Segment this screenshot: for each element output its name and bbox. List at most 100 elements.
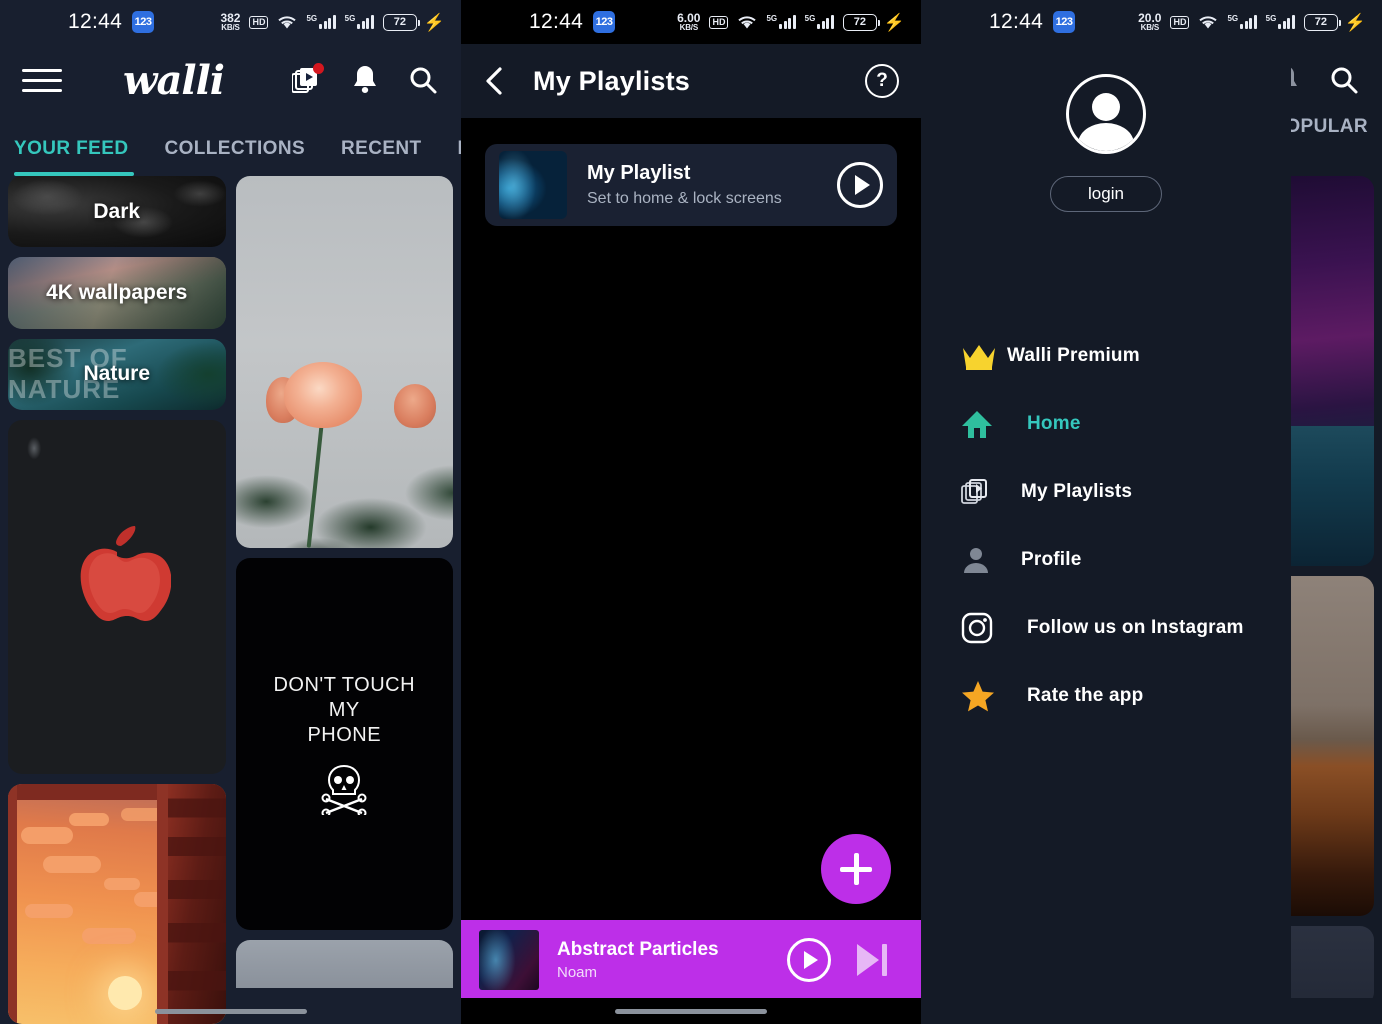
signal-icon-1: 5G [1227,15,1257,29]
user-avatar-icon[interactable] [1066,74,1146,154]
playlist-name: My Playlist [587,162,691,184]
mini-player-bar[interactable]: Abstract Particles Noam [461,920,921,1000]
drawer-item-profile[interactable]: Profile [921,526,1291,594]
signal-icon-2: 5G [345,15,374,29]
status-bar-left-group: 12:44 123 [989,10,1076,34]
signal-5g-label-2: 5G [1265,14,1277,23]
notification-dot-badge [313,63,324,74]
header-icon-group [291,63,439,96]
back-chevron-icon[interactable] [483,65,513,97]
playlists-stack-icon[interactable] [291,63,324,96]
wallpaper-feed-grid[interactable]: Dark 4K wallpapers BEST OF NATURE Nature [0,176,461,1024]
drawer-item-my-playlists[interactable]: My Playlists [921,458,1291,526]
network-speed: 6.00 KB/S [677,12,700,32]
caption-line-2: MY [328,698,360,721]
signal-5g-label-1: 5G [766,14,778,23]
feed-column-right: DON'T TOUCH MY PHONE [235,176,453,1024]
wallpaper-card-sunset-window[interactable] [8,784,226,1024]
wallpaper-card-apple-raindrops[interactable] [8,420,226,775]
hd-icon: HD [709,15,729,29]
status-bar-right-group: 382 KB/S HD 5G 5G 72 ⚡ [220,12,445,32]
home-icon [961,409,1007,439]
signal-5g-label-2: 5G [804,14,816,23]
navigation-drawer: login Walli Premium Home My Playlists Pr… [921,0,1291,1024]
playlist-list-item[interactable]: My Playlist Set to home & lock screens [485,144,897,226]
status-bar-left: 12:44 123 382 KB/S HD 5G 5G 72 ⚡ [0,0,461,44]
search-icon[interactable] [407,64,439,96]
status-bar-left-group: 12:44 123 [68,10,155,34]
playlist-meta: My Playlist Set to home & lock screens [587,162,782,208]
wifi-icon [738,15,757,28]
chip-label: Dark [93,199,141,223]
chip-label: 4K wallpapers [46,281,188,305]
signal-bars-2 [357,15,374,29]
category-chip-4k-wallpapers[interactable]: 4K wallpapers [8,257,226,329]
cloud [81,928,136,945]
signal-icon-2: 5G [1266,15,1295,29]
wallpaper-card-grey-gradient[interactable] [235,940,453,988]
signal-bars-1 [779,15,796,29]
signal-bars-2 [817,15,834,29]
network-speed: 382 KB/S [220,12,240,32]
bell-icon[interactable] [349,64,381,96]
play-icon[interactable] [837,162,883,208]
signal-bars-1 [1240,15,1257,29]
playlists-body: My Playlist Set to home & lock screens A… [461,118,921,1024]
123-badge-icon: 123 [132,11,155,33]
category-chip-nature[interactable]: BEST OF NATURE Nature [8,338,226,411]
instagram-icon [961,612,1007,644]
help-icon[interactable]: ? [865,64,899,98]
123-badge-icon: 123 [1053,11,1076,33]
charging-bolt-icon: ⚡ [1344,12,1366,32]
tab-your-feed[interactable]: YOUR FEED [14,138,128,176]
drawer-item-follow-instagram[interactable]: Follow us on Instagram [921,594,1291,662]
wallpaper-card-rose[interactable] [235,176,453,548]
tab-recent[interactable]: RECENT [341,138,422,176]
add-playlist-fab[interactable] [821,834,891,904]
login-button[interactable]: login [1050,176,1162,212]
status-time: 12:44 [529,10,584,33]
cloud [42,856,101,874]
window-frame-left [8,784,17,1024]
tab-collections[interactable]: COLLECTIONS [164,138,305,176]
play-icon[interactable] [787,938,831,982]
signal-icon-2: 5G [805,15,834,29]
now-playing-artist: Noam [557,964,598,981]
drawer-item-walli-premium[interactable]: Walli Premium [921,322,1291,390]
network-speed-unit: KB/S [221,23,240,32]
cloud [21,827,74,845]
drawer-item-home[interactable]: Home [921,390,1291,458]
wifi-icon [1199,15,1218,28]
drawer-item-rate-the-app[interactable]: Rate the app [921,662,1291,730]
network-speed: 20.0 KB/S [1138,12,1161,32]
playlist-thumbnail [499,151,567,219]
search-icon[interactable] [1328,64,1360,96]
wallpaper-card-dont-touch-my-phone[interactable]: DON'T TOUCH MY PHONE [235,558,453,930]
signal-5g-label-1: 5G [306,14,318,23]
apple-logo-icon [80,525,171,621]
window-frame-right [156,784,168,1024]
battery-icon: 72 [1303,13,1341,31]
walli-logo: walli [123,56,225,104]
drawer-item-label: Walli Premium [1007,345,1140,366]
now-playing-title: Abstract Particles [557,939,719,960]
skull-crossbones-icon [321,764,367,815]
signal-5g-label-2: 5G [344,14,356,23]
gesture-bar-left[interactable] [0,998,461,1024]
status-bar-right-group: 6.00 KB/S HD 5G 5G 72 ⚡ [677,12,905,32]
skip-next-icon[interactable] [857,944,887,976]
gesture-bar-mid[interactable] [461,998,921,1024]
signal-icon-1: 5G [766,14,796,29]
drawer-menu-list: Walli Premium Home My Playlists Profile … [921,322,1291,730]
rose-bloom [283,362,362,428]
123-badge-icon: 123 [593,11,616,33]
status-bar-right: 12:44 123 20.0 KB/S HD 5G 5G 72 ⚡ [921,0,1382,44]
category-chip-dark[interactable]: Dark [8,176,226,248]
status-bar-mid: 12:44 123 6.00 KB/S HD 5G 5G 72 ⚡ [461,0,921,44]
playlist-subtitle: Set to home & lock screens [587,190,782,207]
charging-bolt-icon: ⚡ [883,12,905,32]
drawer-item-label: Profile [1021,549,1082,570]
rose-bud-right [393,384,436,429]
feed-column-left: Dark 4K wallpapers BEST OF NATURE Nature [8,176,226,1024]
chip-label: Nature [83,362,151,386]
